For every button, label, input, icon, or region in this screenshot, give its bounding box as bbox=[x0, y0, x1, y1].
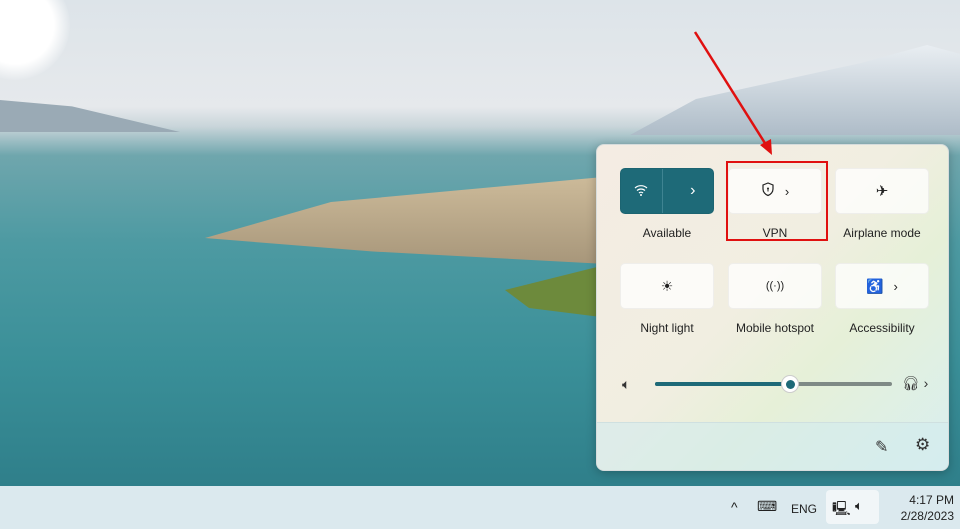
volume-slider[interactable] bbox=[655, 375, 892, 393]
touch-keyboard-icon[interactable]: ⌨ bbox=[757, 498, 777, 515]
accessibility-icon: ♿ bbox=[866, 277, 884, 294]
gear-icon[interactable]: ⚙ bbox=[915, 435, 930, 455]
vpn-highlight-box bbox=[726, 161, 828, 241]
tile-label-airplane: Airplane mode bbox=[843, 226, 921, 240]
volume-slider-fill bbox=[655, 382, 791, 386]
edit-pencil-icon[interactable]: ✎ bbox=[875, 437, 888, 457]
mobile-hotspot-tile[interactable]: ((·)) bbox=[728, 263, 822, 309]
language-indicator[interactable]: ENG bbox=[791, 502, 817, 516]
wallpaper-grass bbox=[205, 175, 625, 265]
airplane-icon: ✈ bbox=[875, 183, 889, 200]
chevron-right-icon: › bbox=[893, 278, 898, 294]
chevron-right-icon: › bbox=[690, 182, 696, 199]
night-light-tile[interactable]: ☀ bbox=[620, 263, 714, 309]
wifi-tile[interactable]: › bbox=[620, 168, 714, 214]
wifi-expand-button[interactable]: › bbox=[673, 169, 714, 213]
wifi-toggle[interactable] bbox=[621, 169, 663, 213]
accessibility-tile[interactable]: ♿ › bbox=[835, 263, 929, 309]
wallpaper-hill bbox=[0, 100, 180, 132]
tile-label-hotspot: Mobile hotspot bbox=[735, 321, 815, 335]
tile-label-accessibility: Accessibility bbox=[849, 321, 915, 335]
hotspot-icon: ((·)) bbox=[765, 280, 785, 292]
wifi-icon bbox=[634, 184, 648, 199]
volume-icon: 🔈︎ bbox=[855, 498, 863, 513]
clock-date: 2/28/2023 bbox=[900, 509, 954, 523]
wallpaper-sun bbox=[0, 0, 70, 80]
wallpaper-mountain bbox=[630, 45, 960, 135]
clock[interactable]: 4:17 PM 2/28/2023 bbox=[884, 492, 954, 524]
airplane-mode-tile[interactable]: ✈ bbox=[835, 168, 929, 214]
headphones-icon: 🎧︎ bbox=[902, 375, 920, 391]
audio-output-button[interactable]: 🎧︎ › bbox=[902, 375, 928, 392]
night-light-icon: ☀ bbox=[660, 277, 674, 294]
clock-time: 4:17 PM bbox=[909, 493, 954, 507]
network-volume-button[interactable]: 🖳 🔈︎ bbox=[826, 490, 879, 524]
volume-slider-thumb[interactable] bbox=[781, 375, 800, 393]
quick-settings-footer: ✎ ⚙ bbox=[597, 422, 948, 470]
taskbar: ^ ⌨ ENG 🖳 🔈︎ 4:17 PM 2/28/2023 bbox=[0, 486, 960, 529]
speaker-icon[interactable]: 🔈︎ bbox=[622, 376, 630, 393]
chevron-right-icon: › bbox=[919, 375, 929, 391]
tile-label-wifi: Available bbox=[642, 226, 692, 240]
tile-label-night-light: Night light bbox=[640, 321, 694, 335]
network-ethernet-icon: 🖳 bbox=[832, 500, 851, 516]
show-hidden-icons-chevron-up-icon[interactable]: ^ bbox=[731, 499, 738, 515]
